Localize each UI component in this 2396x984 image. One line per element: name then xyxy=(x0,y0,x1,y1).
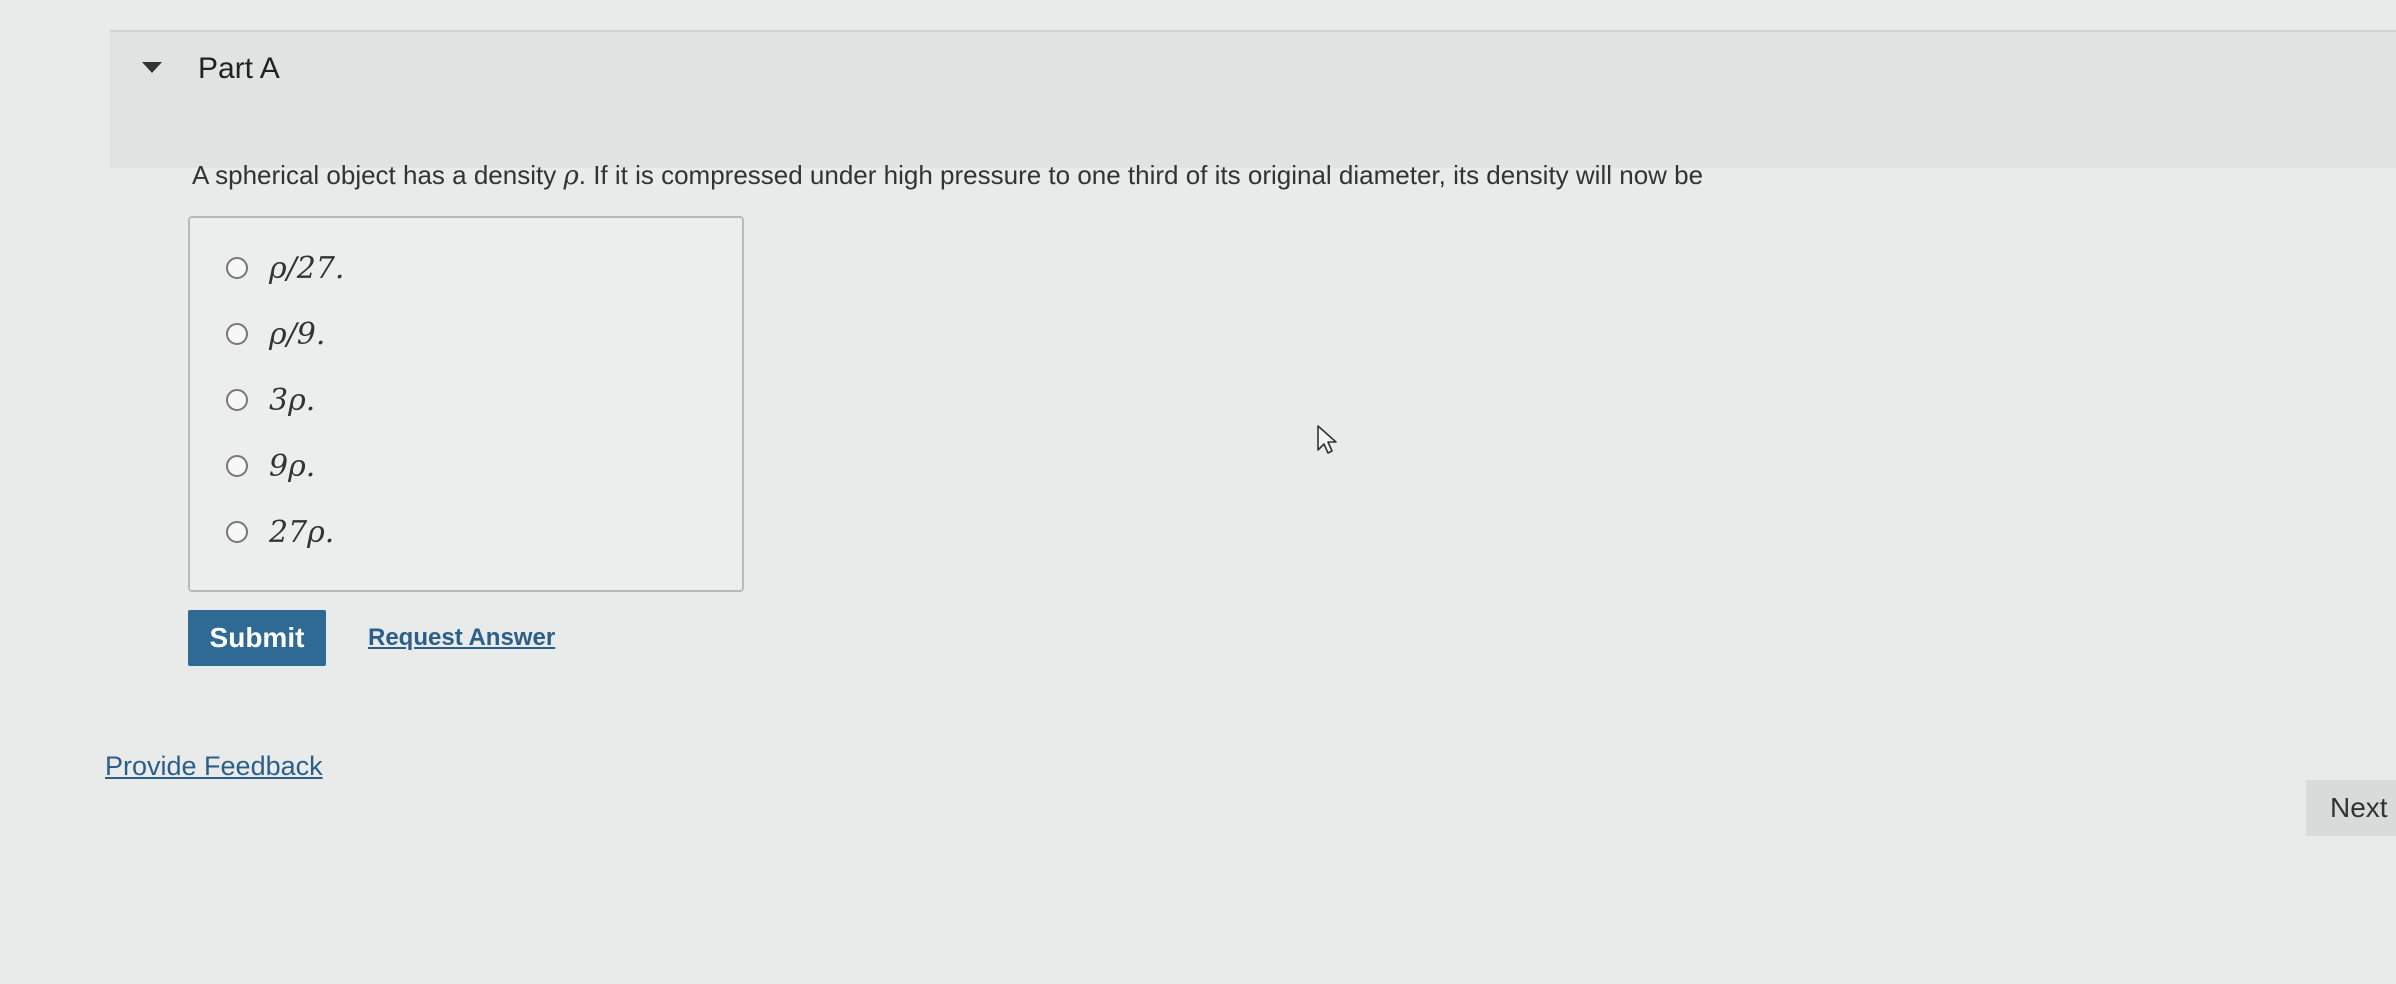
choice-option[interactable]: ρ/27. xyxy=(226,248,344,288)
choice-option[interactable]: 27ρ. xyxy=(226,512,334,552)
choice-label[interactable]: ρ/9. xyxy=(269,317,325,352)
choice-label[interactable]: 27ρ. xyxy=(269,515,334,550)
choice-option[interactable]: ρ/9. xyxy=(226,314,325,354)
radio-button[interactable] xyxy=(226,521,248,543)
request-answer-link[interactable]: Request Answer xyxy=(368,624,555,652)
choice-label[interactable]: 3ρ. xyxy=(269,383,315,418)
choice-label[interactable]: ρ/27. xyxy=(269,251,344,286)
question-text: A spherical object has a density ρ. If i… xyxy=(192,160,1703,191)
radio-button[interactable] xyxy=(226,389,248,411)
mouse-pointer-icon xyxy=(1317,425,1337,454)
choice-label[interactable]: 9ρ. xyxy=(269,449,315,484)
answer-choices: ρ/27. ρ/9. 3ρ. 9ρ. 27ρ. xyxy=(188,216,744,592)
provide-feedback-link[interactable]: Provide Feedback xyxy=(105,751,323,782)
part-title[interactable]: Part A xyxy=(198,52,280,86)
radio-button[interactable] xyxy=(226,455,248,477)
radio-button[interactable] xyxy=(226,257,248,279)
question-text-before: A spherical object has a density xyxy=(192,160,564,190)
caret-down-icon[interactable] xyxy=(142,62,162,73)
question-density-symbol: ρ xyxy=(563,161,579,191)
submit-button[interactable]: Submit xyxy=(188,610,326,666)
radio-button[interactable] xyxy=(226,323,248,345)
choice-option[interactable]: 3ρ. xyxy=(226,380,315,420)
choice-option[interactable]: 9ρ. xyxy=(226,446,315,486)
part-header[interactable] xyxy=(110,32,2396,168)
question-text-after: . If it is compressed under high pressur… xyxy=(578,160,1704,190)
next-button[interactable]: Next xyxy=(2306,780,2396,836)
